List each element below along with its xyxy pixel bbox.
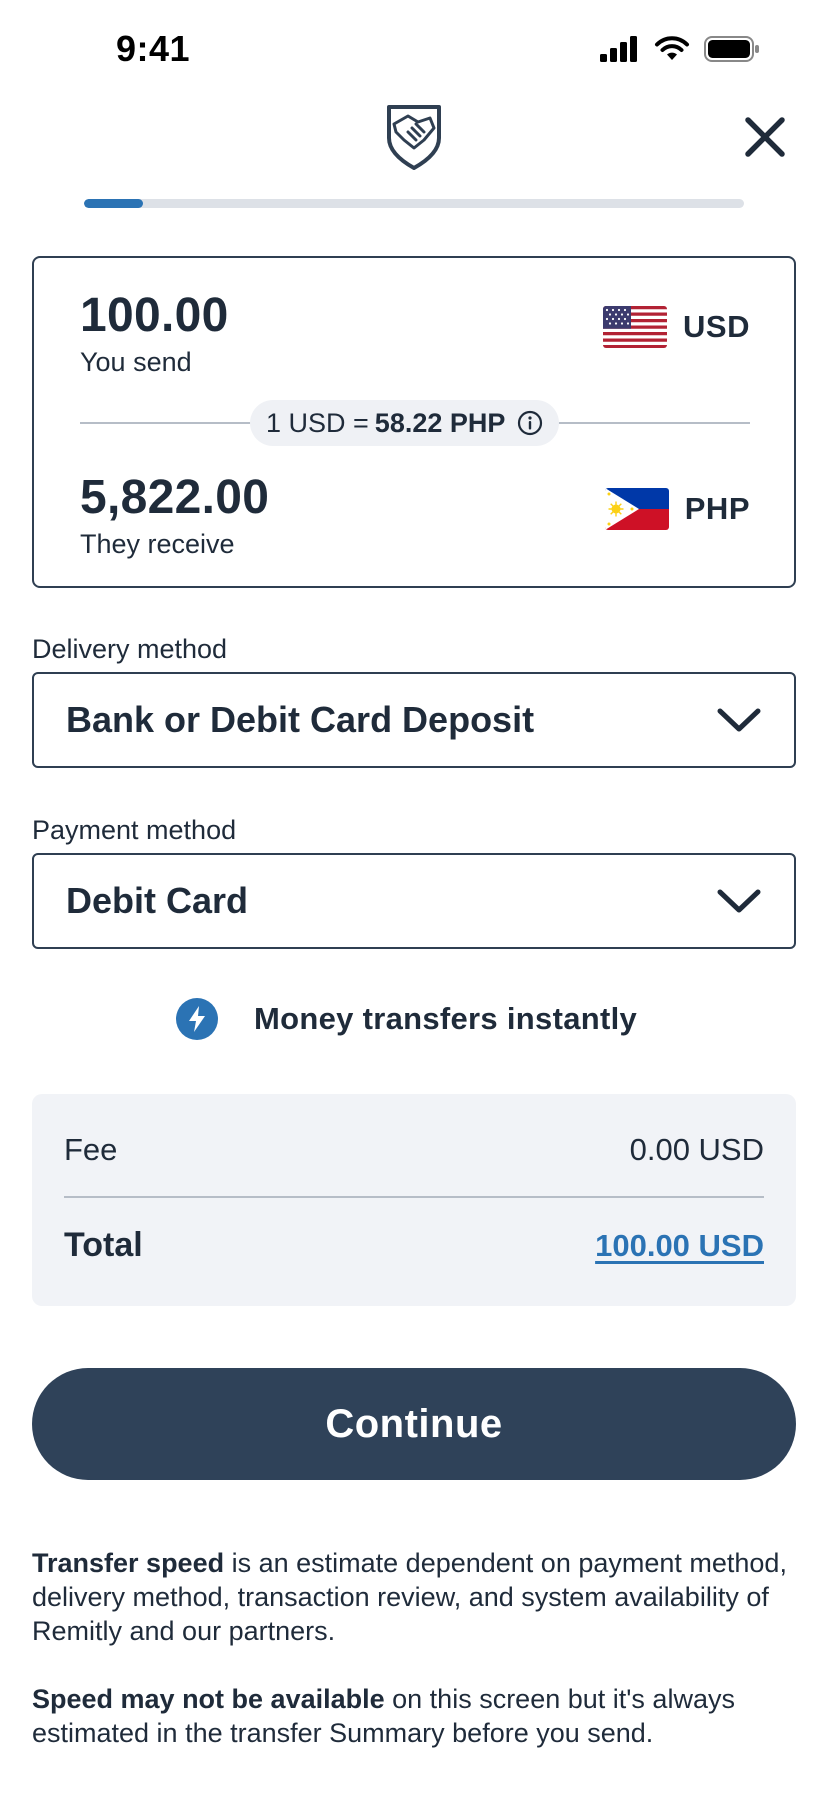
info-icon[interactable] <box>517 410 543 436</box>
delivery-method-select[interactable]: Bank or Debit Card Deposit <box>32 672 796 768</box>
disclaimer-2-bold: Speed may not be available <box>32 1684 385 1714</box>
fee-value: 0.00 USD <box>629 1132 764 1167</box>
payment-method-value: Debit Card <box>66 880 249 921</box>
close-icon[interactable] <box>740 112 790 162</box>
transfer-speed-notice: Money transfers instantly <box>176 998 637 1040</box>
chevron-down-icon <box>717 889 761 913</box>
cellular-signal-icon <box>600 36 637 62</box>
delivery-method-label: Delivery method <box>32 634 228 664</box>
rate-value: 58.22 PHP <box>374 407 506 438</box>
receive-currency-code: PHP <box>684 491 750 526</box>
delivery-method-value: Bank or Debit Card Deposit <box>66 699 535 740</box>
chevron-down-icon <box>717 708 761 732</box>
receive-currency-selector[interactable]: PHP <box>604 488 750 530</box>
summary-divider <box>64 1196 764 1198</box>
transfer-speed-text: Money transfers instantly <box>254 1001 638 1036</box>
status-bar: 9:41 <box>0 0 828 100</box>
progress-bar <box>84 199 744 208</box>
exchange-rate-pill[interactable]: 1 USD = 58.22 PHP <box>250 400 560 446</box>
total-label: Total <box>64 1226 143 1264</box>
continue-button[interactable]: Continue <box>32 1368 796 1480</box>
disclaimer-transfer-speed: Transfer speed is an estimate dependent … <box>32 1546 812 1648</box>
disclaimer-1-bold: Transfer speed <box>32 1548 225 1578</box>
fee-label: Fee <box>64 1132 118 1167</box>
lightning-bolt-icon <box>176 998 218 1040</box>
total-row: Total 100.00 USD <box>64 1226 764 1265</box>
receive-label: They receive <box>80 529 235 559</box>
disclaimer-speed-availability: Speed may not be available on this scree… <box>32 1682 812 1750</box>
rate-prefix: 1 USD = <box>266 407 369 438</box>
handshake-shield-icon <box>387 105 441 170</box>
total-value-link[interactable]: 100.00 USD <box>595 1228 764 1264</box>
progress-fill <box>84 199 144 208</box>
send-currency-selector[interactable]: USD <box>603 306 750 348</box>
amount-card: 100.00 You send USD 1 USD = 58.22 PHP 5,… <box>32 256 796 588</box>
payment-method-select[interactable]: Debit Card <box>32 853 796 949</box>
receive-row[interactable]: 5,822.00 They receive PHP <box>80 470 750 560</box>
status-time: 9:41 <box>116 28 191 69</box>
fee-summary: Fee 0.00 USD Total 100.00 USD <box>32 1094 796 1306</box>
send-currency-code: USD <box>683 309 750 344</box>
send-row[interactable]: 100.00 You send USD <box>80 288 750 378</box>
send-label: You send <box>80 347 192 377</box>
header <box>0 100 828 210</box>
ph-flag-icon <box>604 488 669 530</box>
status-icons <box>600 36 760 62</box>
us-flag-icon <box>603 306 668 348</box>
payment-method-label: Payment method <box>32 815 237 845</box>
wifi-icon <box>655 36 689 60</box>
battery-icon <box>704 36 759 62</box>
fee-row: Fee 0.00 USD <box>64 1132 764 1168</box>
